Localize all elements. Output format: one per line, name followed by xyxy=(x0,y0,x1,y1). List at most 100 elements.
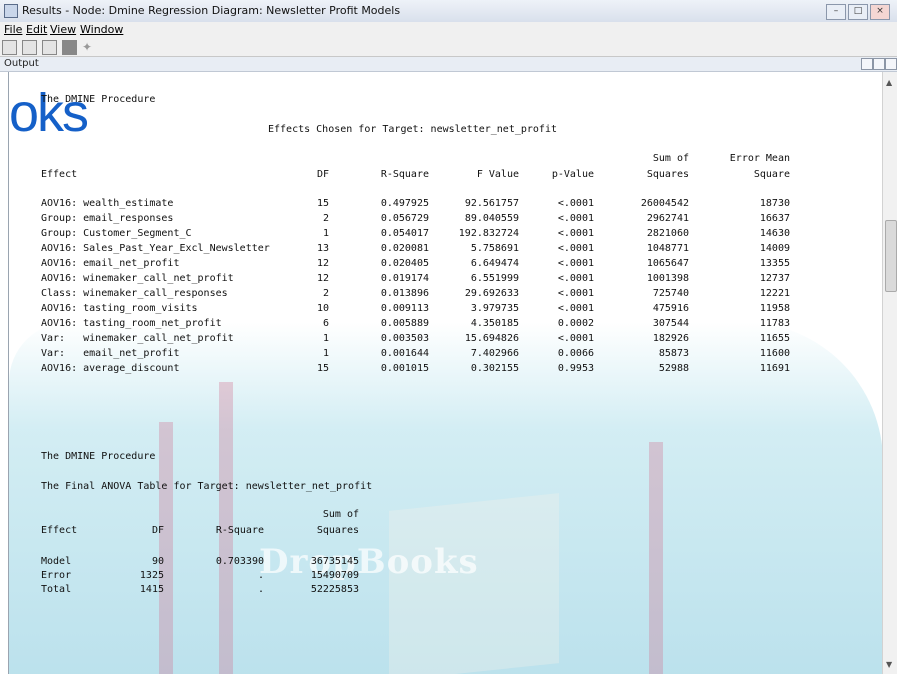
cell-rsq: 0.003503 xyxy=(380,333,429,344)
anova-col-df-header: DF xyxy=(151,525,164,536)
anova-col-ss-header-2: Squares xyxy=(316,525,359,536)
cell-df: 6 xyxy=(322,318,329,329)
cell-p-value: <.0001 xyxy=(557,243,594,254)
cell-f-value: 192.832724 xyxy=(458,228,519,239)
cell-df: 1 xyxy=(322,348,329,359)
col-effect-header: Effect xyxy=(41,169,78,180)
watermark-brand-center: DropBooks xyxy=(259,542,479,582)
menu-edit[interactable]: Edit xyxy=(26,23,47,36)
cell-effect: AOV16: tasting_room_visits xyxy=(41,303,198,314)
cell-p-value: <.0001 xyxy=(557,228,594,239)
cell-df: 12 xyxy=(316,258,329,269)
cell-sum-squares: 1001398 xyxy=(646,273,689,284)
col-df-header: DF xyxy=(316,169,329,180)
anova-col-effect-header: Effect xyxy=(41,525,78,536)
anova-cell-rsq: . xyxy=(257,584,264,595)
title-bar: Results - Node: Dmine Regression Diagram… xyxy=(0,0,897,23)
panel-close-button[interactable] xyxy=(885,58,897,70)
cell-rsq: 0.020405 xyxy=(380,258,429,269)
panel-minimize-button[interactable] xyxy=(861,58,873,70)
cell-sum-squares: 2821060 xyxy=(646,228,689,239)
anova-cell-sum-squares: 36735145 xyxy=(310,556,359,567)
maximize-button[interactable]: □ xyxy=(848,4,868,20)
properties-icon[interactable] xyxy=(2,40,17,55)
report1-title: Effects Chosen for Target: newsletter_ne… xyxy=(268,124,557,135)
cell-effect: AOV16: Sales_Past_Year_Excl_Newsletter xyxy=(41,243,270,254)
cell-sum-squares: 1065647 xyxy=(646,258,689,269)
cell-df: 1 xyxy=(322,228,329,239)
col-ss-header-2: Squares xyxy=(646,169,689,180)
cell-p-value: <.0001 xyxy=(557,333,594,344)
copy-icon[interactable] xyxy=(62,40,77,55)
cell-df: 13 xyxy=(316,243,329,254)
cell-rsq: 0.001644 xyxy=(380,348,429,359)
scroll-down-icon[interactable]: ▼ xyxy=(886,660,892,669)
cell-p-value: 0.0066 xyxy=(557,348,594,359)
anova-cell-effect: Model xyxy=(41,556,72,567)
anova-cell-effect: Total xyxy=(41,584,72,595)
cell-error-mean-square: 11600 xyxy=(759,348,790,359)
scroll-up-icon[interactable]: ▲ xyxy=(886,78,892,87)
cell-p-value: <.0001 xyxy=(557,258,594,269)
anova-cell-rsq: 0.703390 xyxy=(215,556,264,567)
cell-df: 15 xyxy=(316,363,329,374)
cell-sum-squares: 725740 xyxy=(652,288,689,299)
cell-df: 12 xyxy=(316,273,329,284)
cell-error-mean-square: 12737 xyxy=(759,273,790,284)
cell-f-value: 4.350185 xyxy=(470,318,519,329)
cell-f-value: 0.302155 xyxy=(470,363,519,374)
cell-error-mean-square: 16637 xyxy=(759,213,790,224)
anova-cell-df: 1415 xyxy=(139,584,164,595)
cell-error-mean-square: 18730 xyxy=(759,198,790,209)
cell-df: 15 xyxy=(316,198,329,209)
cell-rsq: 0.019174 xyxy=(380,273,429,284)
wand-icon[interactable]: ✦ xyxy=(82,40,95,54)
cell-error-mean-square: 13355 xyxy=(759,258,790,269)
cell-rsq: 0.056729 xyxy=(380,213,429,224)
cell-sum-squares: 182926 xyxy=(652,333,689,344)
window-title: Results - Node: Dmine Regression Diagram… xyxy=(22,4,401,17)
vertical-scrollbar[interactable]: ▲ ▼ xyxy=(882,72,897,674)
cell-effect: Group: Customer_Segment_C xyxy=(41,228,192,239)
cell-p-value: <.0001 xyxy=(557,288,594,299)
save-icon[interactable] xyxy=(22,40,37,55)
anova-cell-df: 90 xyxy=(151,556,164,567)
anova-cell-sum-squares: 15490709 xyxy=(310,570,359,581)
minimize-button[interactable]: – xyxy=(826,4,846,20)
cell-error-mean-square: 14009 xyxy=(759,243,790,254)
panel-restore-button[interactable] xyxy=(873,58,885,70)
cell-p-value: <.0001 xyxy=(557,213,594,224)
cell-rsq: 0.497925 xyxy=(380,198,429,209)
col-ss-header-1: Sum of xyxy=(652,153,689,164)
cell-rsq: 0.009113 xyxy=(380,303,429,314)
cell-df: 2 xyxy=(322,213,329,224)
report1-header: The DMINE Procedure xyxy=(41,94,156,105)
cell-f-value: 6.649474 xyxy=(470,258,519,269)
scrollbar-thumb[interactable] xyxy=(885,220,897,292)
watermark-bar xyxy=(159,422,173,674)
cell-p-value: 0.9953 xyxy=(557,363,594,374)
anova-cell-df: 1325 xyxy=(139,570,164,581)
anova-col-ss-header-1: Sum of xyxy=(322,509,359,520)
cell-f-value: 92.561757 xyxy=(464,198,519,209)
watermark-bar xyxy=(649,442,663,674)
menu-view[interactable]: View xyxy=(50,23,76,36)
cell-effect: Var: email_net_profit xyxy=(41,348,180,359)
report2-header: The DMINE Procedure xyxy=(41,451,156,462)
anova-col-rsq-header: R-Square xyxy=(215,525,264,536)
print-icon[interactable] xyxy=(42,40,57,55)
cell-error-mean-square: 14630 xyxy=(759,228,790,239)
app-icon xyxy=(4,4,18,18)
cell-f-value: 89.040559 xyxy=(464,213,519,224)
cell-sum-squares: 475916 xyxy=(652,303,689,314)
col-ems-header-2: Square xyxy=(753,169,790,180)
menu-file[interactable]: File xyxy=(4,23,22,36)
col-p-header: p-Value xyxy=(551,169,594,180)
cell-p-value: <.0001 xyxy=(557,303,594,314)
cell-error-mean-square: 12221 xyxy=(759,288,790,299)
cell-rsq: 0.001015 xyxy=(380,363,429,374)
menu-window[interactable]: Window xyxy=(80,23,123,36)
cell-f-value: 6.551999 xyxy=(470,273,519,284)
col-rsq-header: R-Square xyxy=(380,169,429,180)
close-button[interactable]: × xyxy=(870,4,890,20)
